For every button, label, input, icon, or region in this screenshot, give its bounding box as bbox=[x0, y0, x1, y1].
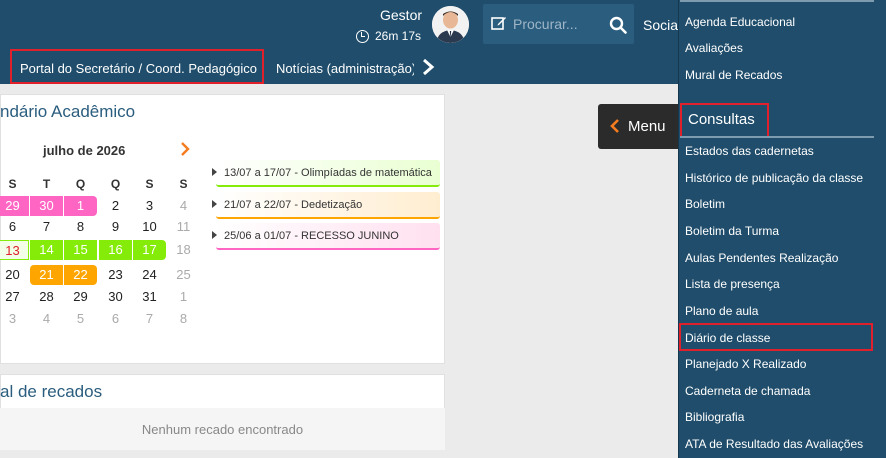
calendar-day[interactable]: 23 bbox=[99, 265, 132, 285]
tab-noticias[interactable]: Notícias (administração) bbox=[276, 61, 414, 76]
calendar-day[interactable]: 7 bbox=[30, 217, 63, 237]
avatar[interactable] bbox=[432, 6, 469, 43]
event-label: 13/07 a 17/07 - Olimpíadas de matemática bbox=[224, 167, 432, 179]
weekday-label: S bbox=[145, 177, 154, 191]
diario-highlight-box bbox=[679, 323, 873, 351]
calendar-day[interactable]: 6 bbox=[99, 309, 132, 329]
weekday-label: S bbox=[8, 177, 17, 191]
search-icon[interactable] bbox=[609, 16, 627, 34]
calendar-day[interactable]: 31 bbox=[133, 287, 166, 307]
menu-item-mural[interactable]: Mural de Recados bbox=[685, 68, 782, 82]
chevron-right-icon[interactable] bbox=[421, 58, 435, 76]
month-title: julho de 2026 bbox=[43, 143, 126, 158]
user-photo-icon bbox=[432, 6, 469, 43]
calendar-day[interactable]: 21 bbox=[30, 265, 63, 285]
calendar-day[interactable]: 1 bbox=[64, 196, 97, 216]
caret-right-icon bbox=[212, 200, 217, 208]
edit-icon[interactable] bbox=[491, 15, 507, 31]
menu-button[interactable]: Menu bbox=[598, 104, 680, 149]
event-label: 21/07 a 22/07 - Dedetização bbox=[224, 199, 363, 211]
calendar-day[interactable]: 29 bbox=[64, 287, 97, 307]
calendar-day[interactable]: 16 bbox=[99, 240, 132, 260]
calendar-day[interactable]: 1 bbox=[167, 287, 200, 307]
calendar-day[interactable]: 20 bbox=[0, 265, 29, 285]
menu-item-caderneta-chamada[interactable]: Caderneta de chamada bbox=[685, 384, 810, 398]
calendar-day[interactable]: 11 bbox=[167, 217, 200, 237]
calendar-event[interactable]: 25/06 a 01/07 - RECESSO JUNINO bbox=[212, 223, 440, 250]
social-link[interactable]: Social bbox=[643, 17, 681, 33]
menu-item-estados-cadernetas[interactable]: Estados das cadernetas bbox=[685, 144, 814, 158]
user-name: Gestor bbox=[380, 7, 423, 23]
calendar-event[interactable]: 21/07 a 22/07 - Dedetização bbox=[212, 192, 440, 219]
calendar-day[interactable]: 9 bbox=[99, 217, 132, 237]
calendar-day[interactable]: 22 bbox=[64, 265, 97, 285]
calendar-event[interactable]: 13/07 a 17/07 - Olimpíadas de matemática bbox=[212, 160, 440, 187]
calendar-day[interactable]: 10 bbox=[133, 217, 166, 237]
calendar-day[interactable]: 4 bbox=[30, 309, 63, 329]
menu-item-planejado-realizado[interactable]: Planejado X Realizado bbox=[685, 357, 806, 371]
caret-right-icon bbox=[212, 168, 217, 176]
tab-highlight-box bbox=[10, 49, 264, 84]
event-label: 25/06 a 01/07 - RECESSO JUNINO bbox=[224, 230, 399, 242]
calendar-day[interactable]: 30 bbox=[30, 196, 63, 216]
recados-empty-text: Nenhum recado encontrado bbox=[141, 422, 304, 437]
calendar-day[interactable]: 3 bbox=[0, 309, 29, 329]
search-box bbox=[483, 4, 634, 44]
menu-item-historico-publicacao[interactable]: Histórico de publicação da classe bbox=[685, 171, 863, 185]
calendar-day[interactable]: 17 bbox=[133, 240, 166, 260]
menu-item-ata-resultado[interactable]: ATA de Resultado das Avaliações bbox=[685, 437, 863, 451]
calendar-day[interactable]: 14 bbox=[30, 240, 63, 260]
calendar-day[interactable]: 30 bbox=[99, 287, 132, 307]
calendar-title: ndário Acadêmico bbox=[0, 102, 136, 121]
calendar-day-today[interactable]: 13 bbox=[0, 240, 29, 260]
session-timer: 26m 17s bbox=[356, 29, 421, 43]
calendar-day[interactable]: 29 bbox=[0, 196, 29, 216]
divider bbox=[680, 136, 874, 138]
menu-item-aulas-pendentes[interactable]: Aulas Pendentes Realização bbox=[685, 251, 838, 265]
calendar-day[interactable]: 8 bbox=[167, 309, 200, 329]
menu-item-lista-presenca[interactable]: Lista de presença bbox=[685, 277, 780, 291]
calendar-day[interactable]: 27 bbox=[0, 287, 29, 307]
calendar-day[interactable]: 6 bbox=[0, 217, 29, 237]
menu-item-boletim[interactable]: Boletim bbox=[685, 197, 725, 211]
menu-button-label: Menu bbox=[628, 118, 666, 135]
calendar-day[interactable]: 3 bbox=[133, 196, 166, 216]
calendar-day[interactable]: 2 bbox=[99, 196, 132, 216]
search-input[interactable] bbox=[513, 14, 603, 34]
recados-title: al de recados bbox=[0, 382, 103, 401]
calendar-day[interactable]: 25 bbox=[167, 265, 200, 285]
calendar-day[interactable]: 18 bbox=[167, 240, 200, 260]
session-time: 26m 17s bbox=[375, 29, 422, 43]
menu-item-agenda[interactable]: Agenda Educacional bbox=[685, 15, 795, 29]
consultas-highlight-box bbox=[680, 103, 769, 138]
menu-item-plano-aula[interactable]: Plano de aula bbox=[685, 304, 758, 318]
menu-item-bibliografia[interactable]: Bibliografia bbox=[685, 410, 744, 424]
weekday-label: S bbox=[179, 177, 188, 191]
clock-icon bbox=[356, 29, 369, 43]
divider bbox=[680, 0, 874, 2]
next-month-icon[interactable] bbox=[179, 142, 191, 156]
calendar-day[interactable]: 4 bbox=[167, 196, 200, 216]
calendar-day[interactable]: 28 bbox=[30, 287, 63, 307]
chevron-left-icon bbox=[610, 119, 619, 133]
weekday-label: T bbox=[42, 177, 51, 191]
calendar-day[interactable]: 24 bbox=[133, 265, 166, 285]
menu-item-boletim-turma[interactable]: Boletim da Turma bbox=[685, 224, 779, 238]
menu-item-avaliacoes[interactable]: Avaliações bbox=[685, 41, 743, 55]
weekday-label: Q bbox=[110, 177, 121, 191]
calendar-day[interactable]: 8 bbox=[64, 217, 97, 237]
weekday-label: Q bbox=[75, 177, 86, 191]
calendar-day[interactable]: 7 bbox=[133, 309, 166, 329]
calendar-day[interactable]: 5 bbox=[64, 309, 97, 329]
caret-right-icon bbox=[212, 231, 217, 239]
calendar-day[interactable]: 15 bbox=[64, 240, 97, 260]
